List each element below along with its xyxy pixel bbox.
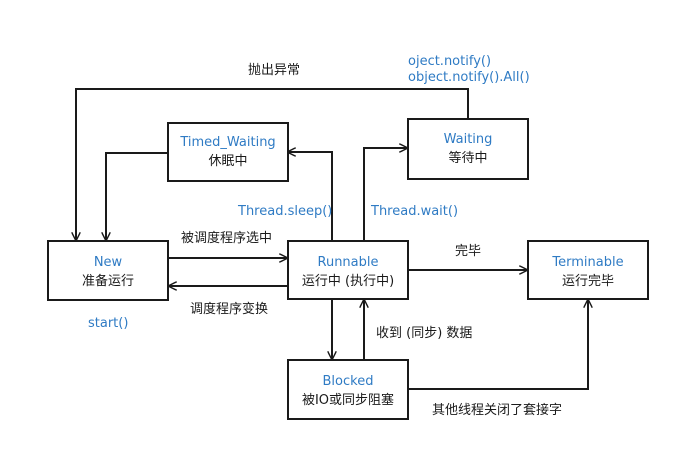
label-throw-exception: 抛出异常 xyxy=(248,63,300,78)
label-start: start() xyxy=(88,316,128,331)
state-timed-waiting-desc: 休眠中 xyxy=(208,154,247,169)
label-notify-all: object.notify().All() xyxy=(408,70,530,85)
state-timed-waiting-name: Timed_Waiting xyxy=(179,135,275,150)
socket-closed-arrow xyxy=(408,300,588,390)
label-scheduler-switch: 调度程序变换 xyxy=(190,301,268,317)
state-waiting-name: Waiting xyxy=(444,132,493,147)
state-terminable: Terminable 运行完毕 xyxy=(527,240,649,300)
label-finished: 完毕 xyxy=(455,244,481,259)
label-thread-sleep: Thread.sleep() xyxy=(237,204,332,219)
label-received-data: 收到 (同步) 数据 xyxy=(376,326,472,341)
state-new: New 准备运行 xyxy=(47,240,169,301)
thread-state-diagram: Timed_Waiting 休眠中 Waiting 等待中 New 准备运行 R… xyxy=(47,54,649,420)
state-runnable-desc: 运行中 (执行中) xyxy=(302,274,394,289)
timed-waiting-to-new-arrow xyxy=(106,152,167,240)
state-blocked-desc: 被IO或同步阻塞 xyxy=(302,392,394,408)
state-new-desc: 准备运行 xyxy=(82,273,134,289)
state-runnable: Runnable 运行中 (执行中) xyxy=(287,240,409,300)
wait-arrow xyxy=(363,148,407,241)
label-scheduled: 被调度程序选中 xyxy=(181,230,272,246)
state-new-name: New xyxy=(94,255,123,270)
state-waiting: Waiting 等待中 xyxy=(407,118,529,180)
state-terminable-desc: 运行完毕 xyxy=(562,274,614,289)
state-blocked: Blocked 被IO或同步阻塞 xyxy=(287,359,409,420)
state-timed-waiting: Timed_Waiting 休眠中 xyxy=(167,122,289,182)
state-blocked-name: Blocked xyxy=(323,374,374,389)
label-socket-closed: 其他线程关闭了套接字 xyxy=(432,402,562,418)
label-notify: oject.notify() xyxy=(408,54,491,69)
state-runnable-name: Runnable xyxy=(318,255,379,270)
sleep-arrow xyxy=(288,152,333,241)
state-waiting-desc: 等待中 xyxy=(448,150,487,166)
state-terminable-name: Terminable xyxy=(551,255,623,270)
label-thread-wait: Thread.wait() xyxy=(370,204,458,219)
